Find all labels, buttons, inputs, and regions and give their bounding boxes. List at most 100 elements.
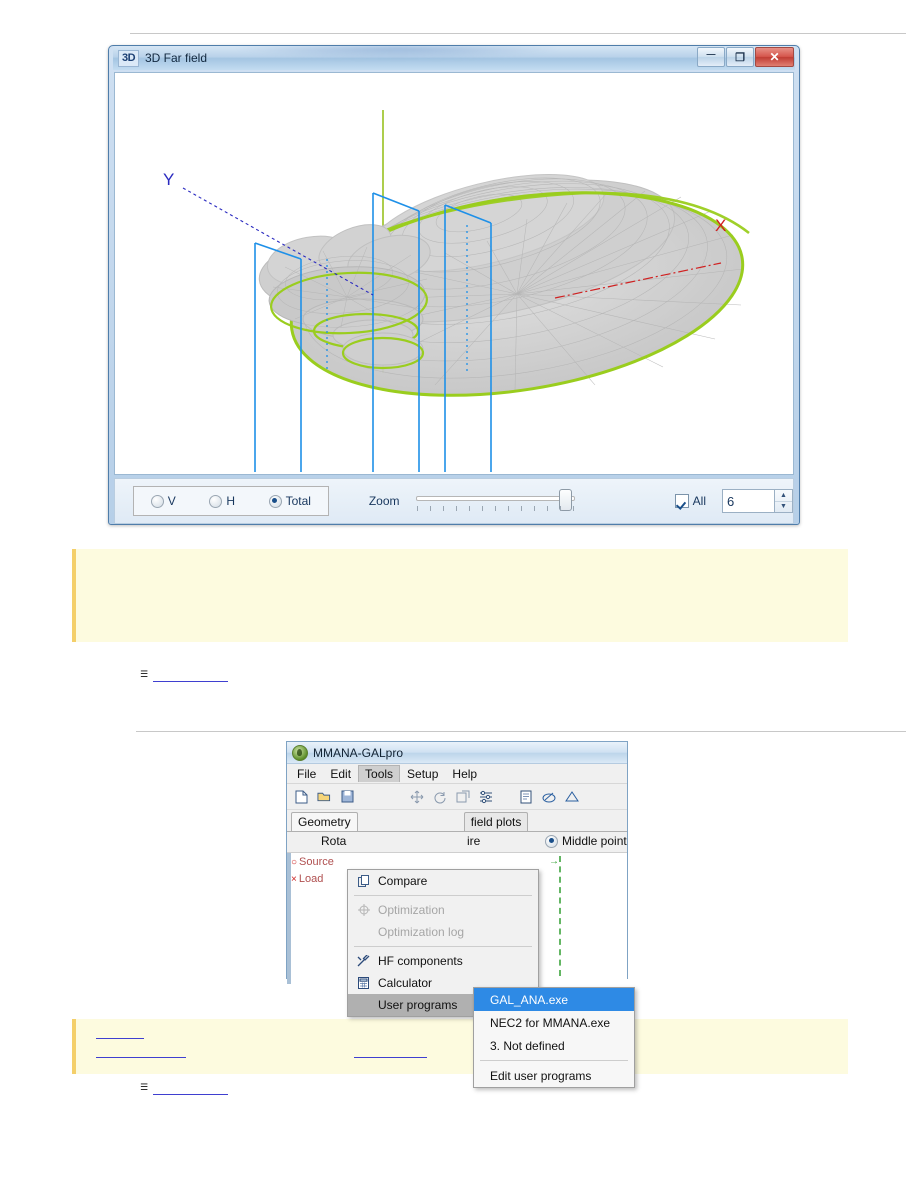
menu-tools[interactable]: Tools <box>358 765 401 782</box>
rotate-icon[interactable] <box>433 790 447 804</box>
menu-file[interactable]: File <box>290 765 323 783</box>
note-box-upper <box>72 549 848 642</box>
save-icon[interactable] <box>340 790 354 804</box>
scale-icon[interactable] <box>456 790 470 804</box>
compare-icon <box>356 874 371 889</box>
antenna-wire-line <box>559 856 561 976</box>
legend-load: × Load <box>291 871 334 888</box>
hf-components-icon <box>356 954 371 969</box>
zoom-label: Zoom <box>368 494 400 508</box>
minimize-button[interactable]: — <box>697 47 725 67</box>
menu-separator-2 <box>354 946 532 947</box>
far-field-3d-render: Y X <box>163 110 750 472</box>
radio-h-label: H <box>226 494 236 508</box>
link-underline-4[interactable] <box>354 1057 427 1058</box>
all-checkbox-box <box>674 494 689 508</box>
close-button[interactable]: ✕ <box>755 47 794 67</box>
source-marker-icon: ○ <box>291 857 298 868</box>
close-icon: ✕ <box>769 50 780 64</box>
count-spinner[interactable]: ▲ ▼ <box>722 489 793 513</box>
radio-h[interactable]: H <box>209 494 235 508</box>
polarization-radio-group: V H Total <box>133 486 329 516</box>
radio-v[interactable]: V <box>150 494 176 508</box>
submenu-item-edit-label: Edit user programs <box>490 1068 592 1083</box>
menu-item-optimization-label: Optimization <box>378 903 445 917</box>
new-file-icon[interactable] <box>294 790 308 804</box>
submenu-item-nec2-label: NEC2 for MMANA.exe <box>490 1015 611 1030</box>
mmana-menubar: File Edit Tools Setup Help <box>287 764 627 784</box>
submenu-item-nec2[interactable]: NEC2 for MMANA.exe <box>474 1011 634 1034</box>
menu-item-optimization: Optimization <box>348 899 538 921</box>
optimization-icon <box>356 903 371 918</box>
submenu-item-gal-ana-label: GAL_ANA.exe <box>490 992 569 1007</box>
menu-item-optimization-log-label: Optimization log <box>378 925 465 939</box>
note-box-lower <box>72 1019 848 1074</box>
menu-setup[interactable]: Setup <box>400 765 445 783</box>
menu-help[interactable]: Help <box>445 765 484 783</box>
tab-geometry[interactable]: Geometry <box>291 812 358 831</box>
blank-icon-2 <box>356 998 371 1013</box>
header-rule <box>130 33 906 34</box>
submenu-item-not-defined[interactable]: 3. Not defined <box>474 1034 634 1057</box>
menu-edit[interactable]: Edit <box>323 765 358 783</box>
mmana-logo-icon <box>292 744 308 761</box>
document-page: 3D 3D Far field — ❐ ✕ Y X V H Total Zoom… <box>0 0 918 1188</box>
submenu-item-gal-ana[interactable]: GAL_ANA.exe <box>474 988 634 1011</box>
load-label: Load <box>298 873 324 885</box>
menu-item-user-programs-label: User programs <box>378 998 458 1012</box>
axis-label-y: Y <box>163 170 174 189</box>
window-buttons: — ❐ ✕ <box>696 47 794 67</box>
maximize-button[interactable]: ❐ <box>726 47 754 67</box>
tab-field-plots[interactable]: field plots <box>463 812 529 831</box>
maximize-icon: ❐ <box>735 51 745 64</box>
zoom-slider-ticks <box>416 506 574 511</box>
minimize-icon: — <box>706 48 716 59</box>
spinner-up-icon[interactable]: ▲ <box>775 490 792 502</box>
source-label: Source <box>299 856 334 868</box>
submenu-separator <box>480 1060 628 1061</box>
window-title: 3D Far field <box>145 51 208 65</box>
move-icon[interactable] <box>410 790 424 804</box>
middle-point-radio-dot <box>545 834 558 848</box>
mmana-toolbar <box>287 784 627 810</box>
titlebar-mmana: MMANA-GALpro <box>287 742 627 764</box>
document-icon[interactable] <box>519 790 533 804</box>
middle-point-radio[interactable]: Middle point <box>545 834 627 848</box>
triangle-icon[interactable] <box>565 790 579 804</box>
submenu-item-not-defined-label: 3. Not defined <box>490 1038 565 1053</box>
blank-icon <box>356 925 371 940</box>
wire-arrow-icon: → <box>549 856 559 867</box>
mmana-body: Rota ire Middle point ○Source ×Load → <box>287 831 635 1088</box>
menu-item-hf-components[interactable]: HF components <box>348 950 538 972</box>
far-field-plot-canvas[interactable]: Y X <box>114 72 794 475</box>
middle-point-label: Middle point <box>562 834 627 848</box>
zoom-slider[interactable] <box>415 487 575 515</box>
radio-total-dot <box>268 494 282 508</box>
radio-total[interactable]: Total <box>268 494 311 508</box>
open-folder-icon[interactable] <box>317 790 331 804</box>
zoom-slider-track <box>415 496 575 501</box>
menu-item-compare-label: Compare <box>378 874 428 888</box>
count-input[interactable] <box>722 489 774 513</box>
user-programs-submenu: GAL_ANA.exe NEC2 for MMANA.exe 3. Not de… <box>473 987 635 1088</box>
rota-label: Rota <box>321 834 347 848</box>
radio-v-dot <box>150 494 164 508</box>
plot-controls-bar: V H Total Zoom All 6 ▲ ▼ <box>114 478 794 524</box>
menu-separator-1 <box>354 895 532 896</box>
settings-sliders-icon[interactable] <box>479 790 493 804</box>
link-underline-2[interactable] <box>96 1038 144 1039</box>
menu-item-optimization-log: Optimization log <box>348 921 538 943</box>
edit-icon[interactable] <box>542 790 556 804</box>
mmana-window-title: MMANA-GALpro <box>313 745 404 760</box>
link-underline-3[interactable] <box>96 1057 186 1058</box>
anchor-icon-2: ☰ <box>140 1083 149 1093</box>
spinner-down-icon[interactable]: ▼ <box>775 502 792 513</box>
all-checkbox[interactable]: All <box>674 494 706 508</box>
submenu-item-edit-user-programs[interactable]: Edit user programs <box>474 1064 634 1087</box>
mmana-tabs: Geometry field plots <box>287 810 627 831</box>
menu-item-hf-components-label: HF components <box>378 954 463 968</box>
link-underline-5[interactable] <box>153 1094 228 1095</box>
window-mmana-galpro: MMANA-GALpro File Edit Tools Setup Help <box>286 741 635 1088</box>
link-underline-1[interactable] <box>153 681 228 682</box>
menu-item-compare[interactable]: Compare <box>348 870 538 892</box>
